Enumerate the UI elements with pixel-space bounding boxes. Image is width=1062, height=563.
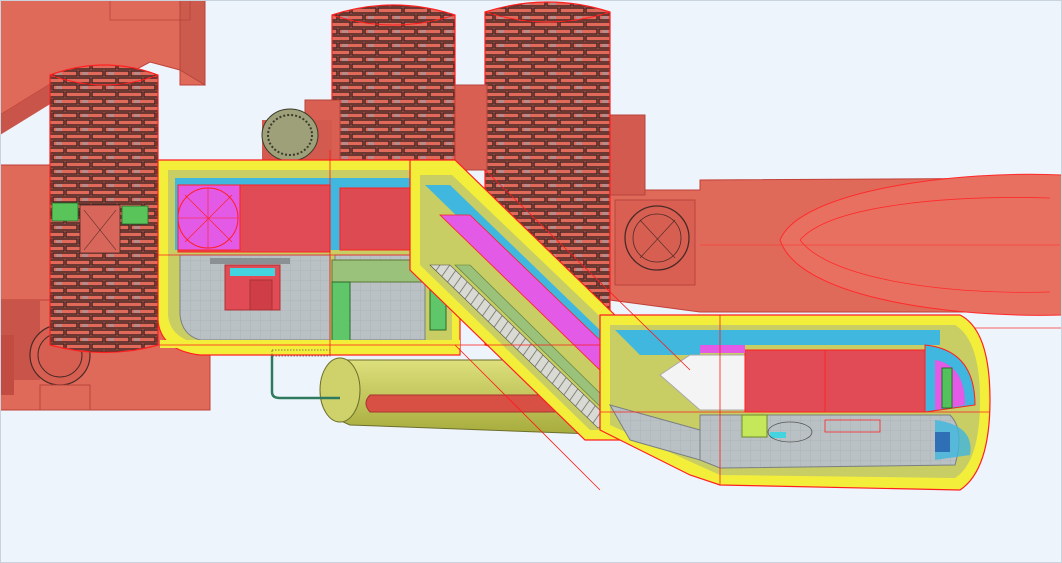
right-horizontal-tunnel bbox=[609, 114, 1062, 329]
left-brick-shaft bbox=[49, 64, 159, 354]
connector-block bbox=[454, 84, 488, 171]
model-viewport[interactable] bbox=[0, 0, 1062, 563]
lower-station-box bbox=[599, 314, 991, 491]
bim-scene-svg bbox=[0, 0, 1062, 491]
